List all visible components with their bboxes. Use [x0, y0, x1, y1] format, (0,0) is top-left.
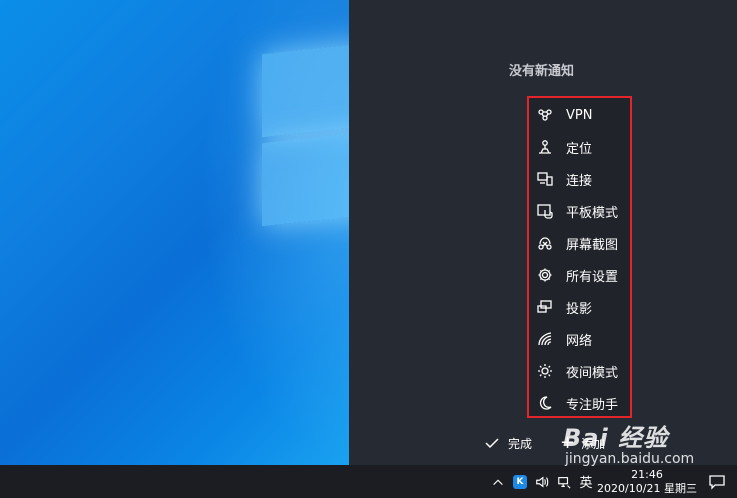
quick-action-screen-snip[interactable]: 屏幕截图	[535, 229, 618, 257]
input-method-indicator[interactable]: 英	[575, 465, 597, 498]
settings-gear-icon	[535, 265, 555, 285]
quick-action-focus-assist[interactable]: 专注助手	[535, 389, 618, 417]
quick-action-all-settings[interactable]: 所有设置	[535, 261, 618, 289]
focus-assist-moon-icon	[535, 393, 555, 413]
action-center-panel: 没有新通知 VPN 定位 连接 平板模式 屏幕截图 所有设置 投影 网络 夜间模…	[349, 0, 737, 465]
quick-action-location[interactable]: 定位	[535, 133, 592, 161]
done-button[interactable]: 完成	[484, 435, 532, 452]
taskbar: K 英 21:46 2020/10/21 星期三	[0, 465, 737, 498]
quick-action-label: 夜间模式	[566, 365, 619, 381]
desktop-wallpaper	[0, 0, 349, 465]
project-icon	[535, 297, 555, 317]
add-button[interactable]: + 添加	[560, 434, 605, 452]
no-notifications-text: 没有新通知	[509, 64, 575, 79]
quick-action-label: 投影	[566, 301, 593, 317]
quick-action-label: 网络	[566, 333, 593, 349]
network-status-icon[interactable]	[553, 465, 575, 498]
quick-action-network[interactable]: 网络	[535, 325, 592, 353]
quick-action-project[interactable]: 投影	[535, 293, 592, 321]
k-app-tray-icon[interactable]: K	[509, 465, 531, 498]
quick-action-label: 定位	[566, 141, 593, 157]
notification-icon	[709, 474, 725, 490]
quick-action-label: VPN	[566, 107, 593, 123]
quick-actions-list: VPN 定位 连接 平板模式 屏幕截图 所有设置 投影 网络 夜间模式 专注助手	[527, 96, 632, 418]
taskbar-clock[interactable]: 21:46 2020/10/21 星期三	[597, 468, 697, 496]
screen-snip-icon	[535, 233, 555, 253]
quick-action-vpn[interactable]: VPN	[535, 101, 592, 129]
quick-action-label: 所有设置	[566, 269, 619, 285]
quick-action-label: 屏幕截图	[566, 237, 619, 253]
quick-action-tablet-mode[interactable]: 平板模式	[535, 197, 618, 225]
action-center-button[interactable]	[697, 465, 737, 498]
quick-action-connect[interactable]: 连接	[535, 165, 592, 193]
connect-icon	[535, 169, 555, 189]
tablet-mode-icon	[535, 201, 555, 221]
checkmark-icon	[485, 438, 499, 449]
done-label: 完成	[508, 436, 533, 451]
clock-date: 2020/10/21 星期三	[597, 481, 697, 495]
night-light-icon	[535, 361, 555, 381]
add-label: 添加	[581, 436, 606, 451]
windows-logo	[262, 42, 349, 235]
show-hidden-icons-chevron-up-icon[interactable]	[487, 465, 509, 498]
location-icon	[535, 137, 555, 157]
vpn-icon	[535, 105, 555, 125]
system-tray: K 英 21:46 2020/10/21 星期三	[487, 465, 737, 498]
quick-action-night-light[interactable]: 夜间模式	[535, 357, 618, 385]
network-icon	[535, 329, 555, 349]
edit-quick-actions-row: 完成 + 添加	[484, 434, 605, 452]
quick-action-label: 平板模式	[566, 205, 619, 221]
quick-action-label: 连接	[566, 173, 593, 189]
volume-icon[interactable]	[531, 465, 553, 498]
quick-action-label: 专注助手	[566, 397, 619, 413]
clock-time: 21:46	[631, 467, 663, 481]
plus-icon: +	[560, 432, 576, 453]
